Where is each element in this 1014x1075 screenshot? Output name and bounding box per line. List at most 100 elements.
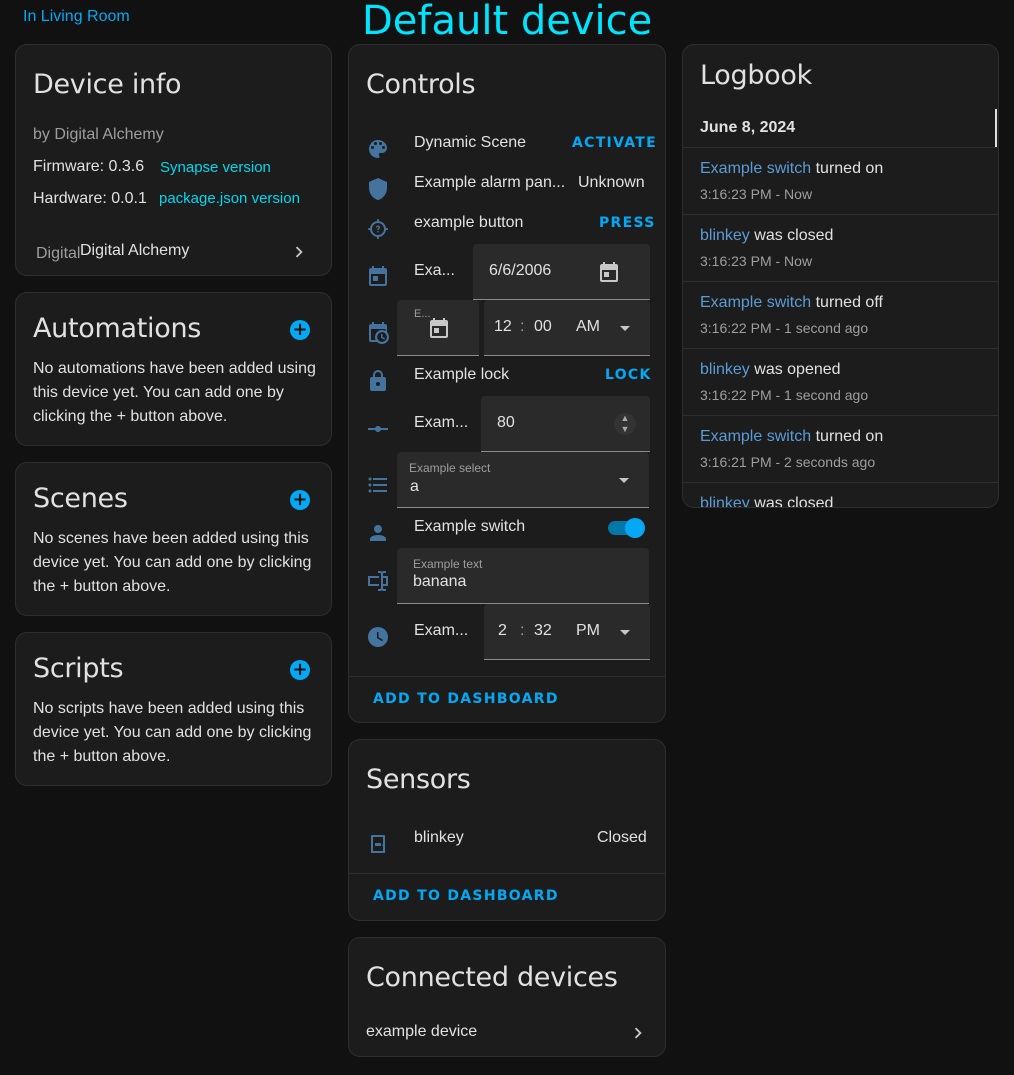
logbook-entry: blinkey was closed 3:16:23 PM - Now xyxy=(683,215,998,282)
connected-devices-card: Connected devices example device xyxy=(348,937,666,1057)
clock-icon xyxy=(366,625,390,649)
logbook-entity-link[interactable]: blinkey xyxy=(700,361,750,378)
controls-add-to-dashboard-button[interactable]: ADD TO DASHBOARD xyxy=(373,691,559,707)
time-separator: : xyxy=(520,622,525,639)
date-name[interactable]: Exa... xyxy=(414,262,455,280)
lock-button[interactable]: LOCK xyxy=(605,367,652,383)
form-textbox-icon xyxy=(366,569,390,593)
logbook-entry: Example switch turned off 3:16:22 PM - 1… xyxy=(683,282,998,349)
datetime-minute[interactable]: 00 xyxy=(534,318,552,336)
datetime-date-field[interactable]: E... xyxy=(397,300,479,356)
integration-row[interactable]: Digital Digital Alchemy xyxy=(16,227,333,275)
time-ampm-dropdown-icon[interactable] xyxy=(620,630,630,635)
automations-title: Automations xyxy=(33,313,202,344)
hardware-text: Hardware: 0.0.1 xyxy=(33,190,147,207)
dynamic-scene-name[interactable]: Dynamic Scene xyxy=(414,134,526,152)
logbook-time: 3:16:22 PM - 1 second ago xyxy=(700,320,869,336)
time-field[interactable]: 2 : 32 PM xyxy=(484,604,650,660)
number-stepper-icon[interactable]: ▲ ▼ xyxy=(614,413,636,435)
time-ampm[interactable]: PM xyxy=(576,622,600,640)
press-button[interactable]: PRESS xyxy=(599,215,656,231)
sensors-divider xyxy=(349,873,665,874)
logbook-entry-text: blinkey was closed xyxy=(700,227,833,245)
number-field[interactable]: 80 ▲ ▼ xyxy=(481,396,650,452)
example-switch-toggle[interactable] xyxy=(608,518,645,538)
add-scene-icon[interactable]: + xyxy=(290,490,310,510)
activate-scene-button[interactable]: ACTIVATE xyxy=(572,135,657,151)
sensors-card: Sensors blinkey Closed ADD TO DASHBOARD xyxy=(348,739,666,921)
calendar-icon xyxy=(366,264,390,288)
sensors-title: Sensors xyxy=(366,764,471,795)
logbook-message: turned on xyxy=(811,428,884,445)
integration-overlap-text: Digital xyxy=(36,245,81,262)
alarm-name[interactable]: Example alarm pan... xyxy=(414,174,565,192)
text-label: Example text xyxy=(413,557,483,571)
scripts-card: Scripts + No scripts have been added usi… xyxy=(15,632,332,786)
add-script-icon[interactable]: + xyxy=(290,660,310,680)
logbook-entry-text: blinkey was closed xyxy=(700,495,834,508)
datetime-ampm-dropdown-icon[interactable] xyxy=(620,326,630,331)
logbook-entity-link[interactable]: blinkey xyxy=(700,495,750,507)
logbook-entry-text: Example switch turned on xyxy=(700,160,883,178)
logbook-entity-link[interactable]: Example switch xyxy=(700,160,811,177)
example-text-field[interactable]: Example text banana xyxy=(397,548,649,604)
calendar-picker-icon[interactable] xyxy=(597,260,621,284)
time-minute[interactable]: 32 xyxy=(534,622,552,640)
datetime-separator: : xyxy=(520,318,525,335)
lock-name[interactable]: Example lock xyxy=(414,366,509,384)
logbook-time: 3:16:22 PM - 1 second ago xyxy=(700,387,869,403)
automations-card: Automations + No automations have been a… xyxy=(15,292,332,446)
page-title: Default device xyxy=(362,0,653,44)
palette-icon xyxy=(366,137,390,161)
datetime-hour[interactable]: 12 xyxy=(494,318,512,336)
example-button-name[interactable]: example button xyxy=(414,214,523,232)
firmware-text: Firmware: 0.3.6 xyxy=(33,158,145,175)
gesture-tap-icon xyxy=(366,217,390,241)
logbook-time: 3:16:21 PM - 2 seconds ago xyxy=(700,454,876,470)
hardware-link[interactable]: package.json version xyxy=(159,190,300,207)
firmware-link[interactable]: Synapse version xyxy=(160,159,271,176)
controls-divider xyxy=(349,676,665,677)
scenes-title: Scenes xyxy=(33,483,128,514)
logbook-entry-text: blinkey was opened xyxy=(700,361,841,379)
logbook-list: Example switch turned on 3:16:23 PM - No… xyxy=(683,148,998,508)
datetime-ampm[interactable]: AM xyxy=(576,318,600,336)
logbook-entity-link[interactable]: Example switch xyxy=(700,294,811,311)
time-name[interactable]: Exam... xyxy=(414,622,468,640)
integration-name: Digital Alchemy xyxy=(80,242,190,259)
datetime-calendar-icon[interactable] xyxy=(427,316,451,340)
logbook-title: Logbook xyxy=(700,60,812,91)
datetime-time-field[interactable]: 12 : 00 AM xyxy=(484,300,650,356)
date-field[interactable]: 6/6/2006 xyxy=(473,244,650,300)
logbook-message: was closed xyxy=(749,495,834,508)
ray-vertex-icon xyxy=(366,417,390,441)
device-info-card: Device info by Digital Alchemy Firmware:… xyxy=(15,44,332,276)
logbook-scrollbar[interactable] xyxy=(995,109,997,147)
connected-device-item[interactable]: example device xyxy=(349,1014,665,1050)
area-link[interactable]: In Living Room xyxy=(23,8,130,26)
blinkey-name[interactable]: blinkey xyxy=(414,829,464,847)
logbook-entity-link[interactable]: blinkey xyxy=(700,227,750,244)
manufacturer-text: by Digital Alchemy xyxy=(33,126,164,143)
sensors-add-to-dashboard-button[interactable]: ADD TO DASHBOARD xyxy=(373,888,559,904)
logbook-message: was closed xyxy=(749,227,834,244)
switch-thumb xyxy=(625,518,645,538)
logbook-entity-link[interactable]: Example switch xyxy=(700,428,811,445)
select-value: a xyxy=(410,478,419,495)
connected-devices-title: Connected devices xyxy=(366,962,618,993)
number-name[interactable]: Exam... xyxy=(414,414,468,432)
select-label: Example select xyxy=(409,461,491,475)
shield-icon xyxy=(366,177,390,201)
logbook-entry-text: Example switch turned on xyxy=(700,428,883,446)
chevron-right-icon xyxy=(627,1022,651,1046)
controls-card: Controls Dynamic Scene ACTIVATE Example … xyxy=(348,44,666,723)
time-hour[interactable]: 2 xyxy=(498,622,507,640)
select-dropdown-icon[interactable] xyxy=(619,478,629,483)
scripts-title: Scripts xyxy=(33,653,124,684)
alarm-state: Unknown xyxy=(578,174,645,191)
scripts-empty-text: No scripts have been added using this de… xyxy=(33,700,312,765)
example-select[interactable]: Example select a xyxy=(397,452,649,508)
add-automation-icon[interactable]: + xyxy=(290,320,310,340)
logbook-message: was opened xyxy=(749,361,841,378)
calendar-clock-icon xyxy=(366,321,390,345)
